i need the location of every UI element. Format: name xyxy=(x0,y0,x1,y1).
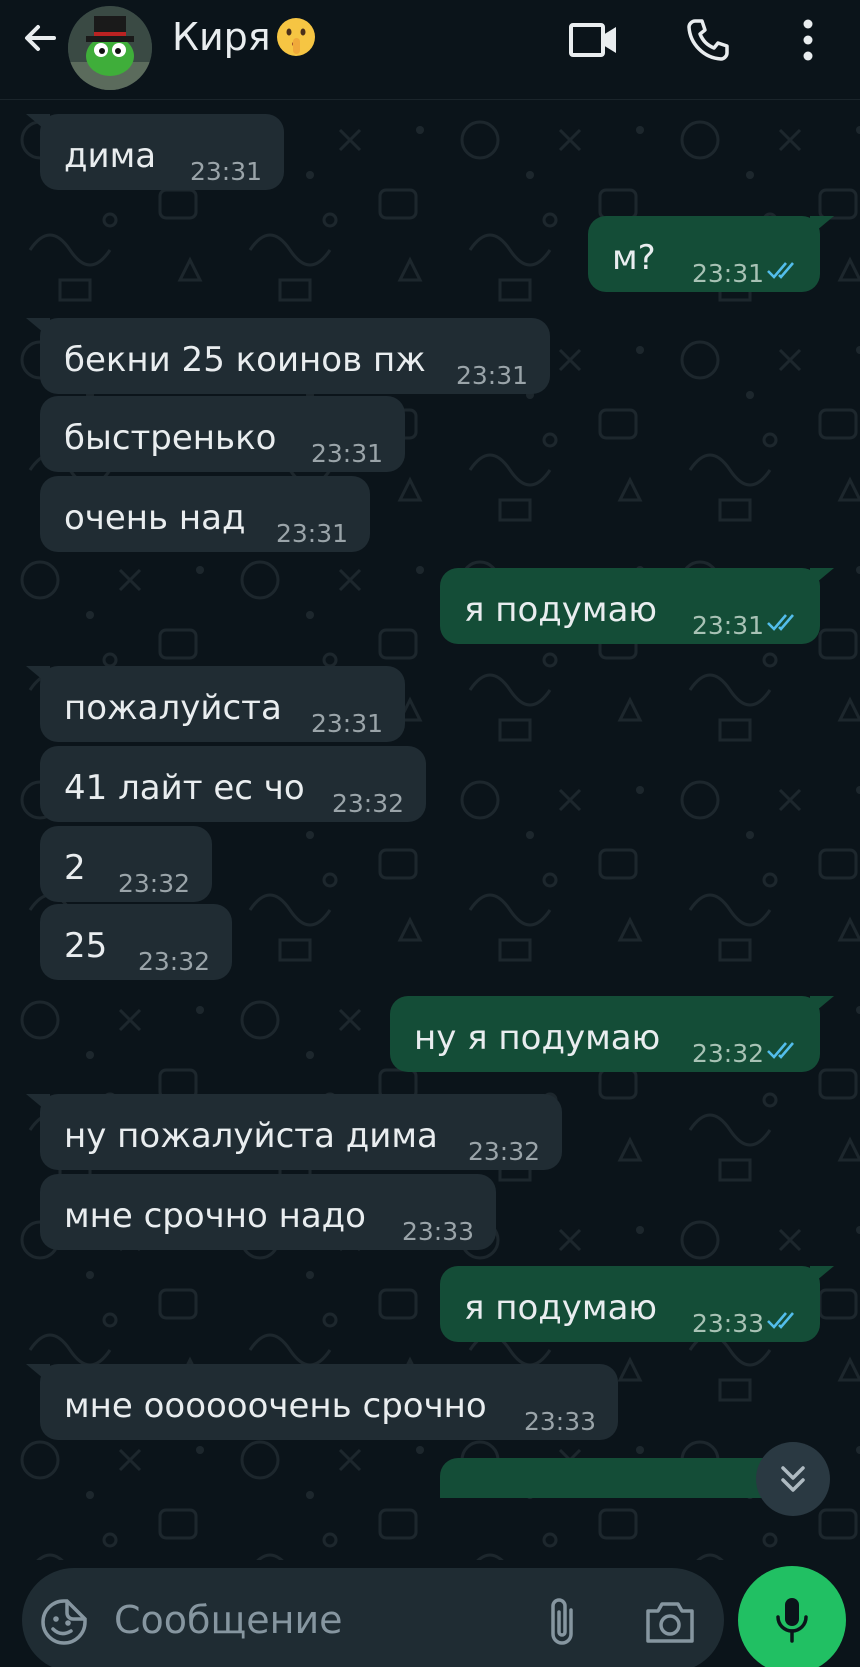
read-receipt-icon xyxy=(767,1312,794,1329)
message-time: 23:32 xyxy=(691,1039,764,1068)
message-time: 23:31 xyxy=(310,439,383,468)
paperclip-icon xyxy=(551,1598,573,1645)
bubble-tail xyxy=(26,114,50,134)
bubble-tail xyxy=(26,1094,50,1114)
sticker-icon xyxy=(41,1599,87,1645)
message-time: 23:33 xyxy=(523,1407,596,1436)
message-text: 41 лайт ес чо xyxy=(64,768,305,808)
more-vertical-icon xyxy=(803,19,813,61)
avatar-image xyxy=(68,6,152,90)
message-text: я подумаю xyxy=(464,1288,658,1328)
double-chevron-down-icon xyxy=(781,1466,805,1492)
message-time: 23:31 xyxy=(455,361,528,390)
outgoing-message[interactable]: ну я подумаю 23:32 xyxy=(390,996,834,1072)
attach-button[interactable] xyxy=(534,1592,590,1652)
message-text: я подумаю xyxy=(464,590,658,630)
phone-icon xyxy=(687,19,729,61)
message-time: 23:31 xyxy=(310,709,383,738)
message-text: очень над xyxy=(64,498,246,538)
message-time: 23:31 xyxy=(691,259,764,288)
message-time: 23:32 xyxy=(117,869,190,898)
message-text: быстренько xyxy=(64,418,277,458)
incoming-message[interactable]: 41 лайт ес чо 23:32 xyxy=(40,746,426,822)
incoming-message[interactable]: быстренько 23:31 xyxy=(40,396,405,472)
message-text: мне срочно надо xyxy=(64,1196,366,1236)
message-time: 23:32 xyxy=(331,789,404,818)
message-text: 25 xyxy=(64,926,108,966)
chat-area[interactable]: дима 23:31 м? 23:31 бекни 25 коинов пж 23:31 б… xyxy=(0,100,860,1560)
message-time: 23:33 xyxy=(401,1217,474,1246)
outgoing-message[interactable]: я подумаю 23:31 xyxy=(440,568,834,644)
incoming-message[interactable]: 2 23:32 xyxy=(40,826,212,902)
microphone-icon xyxy=(776,1598,808,1643)
read-receipt-icon xyxy=(767,1042,794,1059)
arrow-left-icon xyxy=(25,25,56,51)
message-time: 23:32 xyxy=(137,947,210,976)
message-text: бекни 25 коинов пж xyxy=(64,340,426,380)
incoming-message[interactable]: бекни 25 коинов пж 23:31 xyxy=(26,318,550,394)
camera-icon xyxy=(646,1602,694,1643)
message-time: 23:31 xyxy=(189,157,262,186)
contact-name[interactable]: Киря xyxy=(172,12,317,62)
read-receipt-icon xyxy=(767,262,794,279)
message-composer xyxy=(22,1568,724,1667)
incoming-message[interactable]: дима 23:31 xyxy=(26,114,284,190)
message-time: 23:31 xyxy=(691,611,764,640)
message-text: ну пожалуйста дима xyxy=(64,1116,438,1156)
message-time: 23:33 xyxy=(691,1309,764,1338)
message-text: дима xyxy=(64,136,157,176)
message-input[interactable] xyxy=(114,1592,494,1648)
voice-message-button[interactable] xyxy=(738,1566,846,1667)
read-receipt-icon xyxy=(767,614,794,631)
message-text: ну я подумаю xyxy=(414,1018,661,1058)
video-call-button[interactable] xyxy=(566,12,622,68)
incoming-message[interactable]: мне срочно надо 23:33 xyxy=(40,1174,496,1250)
incoming-message[interactable]: пожалуйста 23:31 xyxy=(26,666,405,742)
voice-call-button[interactable] xyxy=(680,12,736,68)
outgoing-message[interactable]: м? 23:31 xyxy=(588,216,834,292)
back-button[interactable] xyxy=(16,14,64,62)
more-menu-button[interactable] xyxy=(780,12,836,68)
message-text: м? xyxy=(612,238,656,278)
scroll-to-bottom-button[interactable] xyxy=(756,1442,830,1516)
bubble-tail xyxy=(810,1266,834,1286)
shushing-face-icon xyxy=(276,18,315,56)
message-text: 2 xyxy=(64,848,86,888)
message-time: 23:32 xyxy=(467,1137,540,1166)
message-time: 23:31 xyxy=(275,519,348,548)
incoming-message[interactable]: мне оооооочень срочно 23:33 xyxy=(26,1364,618,1440)
incoming-message[interactable]: очень над 23:31 xyxy=(40,476,370,552)
outgoing-message[interactable]: я подумаю 23:33 xyxy=(440,1266,834,1342)
bubble-tail xyxy=(810,996,834,1016)
bubble-tail xyxy=(26,666,50,686)
message-text: мне оооооочень срочно xyxy=(64,1386,487,1426)
video-camera-icon xyxy=(569,23,616,57)
contact-name-text: Киря xyxy=(172,15,271,59)
bubble-tail xyxy=(810,216,834,236)
bubble-tail xyxy=(26,318,50,338)
bubble-tail xyxy=(810,568,834,588)
chat-header: Киря xyxy=(0,0,860,100)
bubble-tail xyxy=(26,1364,50,1384)
message-text: пожалуйста xyxy=(64,688,282,728)
camera-button[interactable] xyxy=(640,1592,700,1652)
incoming-message[interactable]: 25 23:32 xyxy=(40,904,232,980)
incoming-message[interactable]: ну пожалуйста дима 23:32 xyxy=(26,1094,562,1170)
contact-avatar[interactable] xyxy=(68,6,152,90)
sticker-button[interactable] xyxy=(36,1594,92,1650)
